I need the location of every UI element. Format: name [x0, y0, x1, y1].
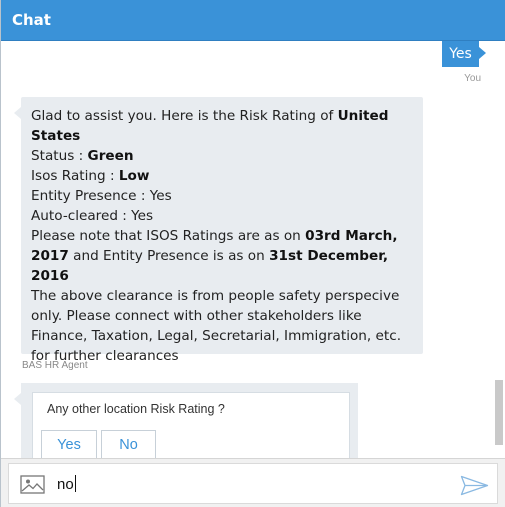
composer-bar: no	[1, 458, 505, 507]
chat-window: Chat Yes You Glad to assist you. Here is…	[0, 0, 505, 507]
prompt-question: Any other location Risk Rating ?	[47, 402, 225, 416]
isos-value: Low	[118, 168, 150, 184]
status-label: Status :	[31, 148, 88, 164]
note-prefix: Please note that ISOS Ratings are as on	[31, 228, 306, 244]
prompt-card: Any other location Risk Rating ? Yes No	[32, 392, 350, 459]
text-caret	[74, 475, 76, 492]
entity-presence-text: Entity Presence : Yes	[31, 188, 172, 204]
scrollbar-thumb[interactable]	[495, 380, 503, 445]
bot-message-bubble: Glad to assist you. Here is the Risk Rat…	[21, 97, 423, 364]
message-input-value: no	[57, 476, 74, 493]
message-input[interactable]: no	[57, 475, 76, 493]
prompt-card-tail	[14, 393, 21, 405]
chat-title: Chat	[12, 11, 51, 29]
auto-cleared-text: Auto-cleared : Yes	[31, 208, 154, 224]
intro-text: Glad to assist you. Here is the Risk Rat…	[31, 108, 338, 124]
no-button[interactable]: No	[101, 430, 156, 459]
bot-bubble-tail	[14, 107, 21, 119]
bot-sender-label: BAS HR Agent	[22, 360, 88, 371]
note-mid: and Entity Presence is as on	[68, 248, 270, 264]
status-value: Green	[87, 148, 134, 164]
user-sender-label: You	[464, 73, 481, 84]
yes-button[interactable]: Yes	[41, 430, 97, 459]
user-message-bubble: Yes	[442, 41, 479, 67]
user-bubble-tail	[479, 47, 486, 59]
message-input-box[interactable]: no	[8, 463, 498, 504]
clearance-note: The above clearance is from people safet…	[31, 288, 402, 364]
isos-label: Isos Rating :	[31, 168, 119, 184]
chat-header: Chat	[1, 0, 505, 41]
send-icon[interactable]	[460, 475, 489, 496]
image-icon[interactable]	[20, 475, 45, 494]
message-list[interactable]: Yes You Glad to assist you. Here is the …	[1, 41, 505, 459]
